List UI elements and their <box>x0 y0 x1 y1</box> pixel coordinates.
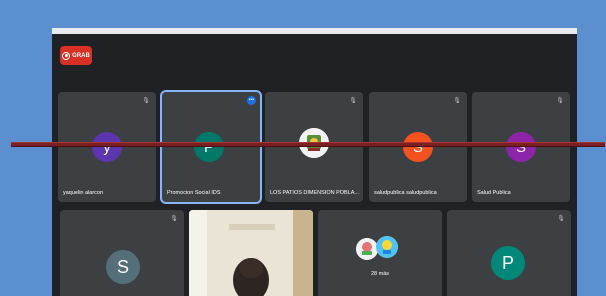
participant-name: yaquelin alarcon <box>63 190 104 196</box>
avatar: S <box>506 132 536 162</box>
participant-tile[interactable]: 🎙︎ LOS PATIOS DIMENSION POBLA... <box>265 92 363 202</box>
mic-off-icon: 🎙︎ <box>556 98 564 104</box>
participant-tile[interactable]: 🎙︎ S <box>60 210 184 296</box>
participant-tile[interactable]: 🎙︎ S Salud Publica <box>472 92 570 202</box>
audio-wave-icon: ••• <box>247 96 256 105</box>
red-line-overlay <box>11 142 605 147</box>
avatar: y <box>92 132 122 162</box>
browser-strip <box>52 28 577 34</box>
participant-thumb <box>376 236 398 258</box>
camera-video <box>189 210 313 296</box>
mic-off-icon: 🎙︎ <box>142 98 150 104</box>
participant-name: saludpublica saludpublica <box>374 190 437 196</box>
record-icon <box>62 51 71 60</box>
recording-label: GRAB <box>72 52 90 59</box>
mic-off-icon: 🎙︎ <box>170 216 178 222</box>
participant-video-tile[interactable] <box>189 210 313 296</box>
participant-name: Promocion Social IDS <box>167 190 221 196</box>
participant-name: LOS PATIOS DIMENSION POBLA... <box>270 190 360 196</box>
recording-badge[interactable]: GRAB <box>60 46 92 65</box>
avatar-initial: S <box>116 256 129 277</box>
more-participants-label: 28 más <box>370 271 390 277</box>
participant-thumb <box>356 238 378 260</box>
participant-tile[interactable]: 🎙︎ P <box>447 210 571 296</box>
avatar: P <box>491 246 525 280</box>
avatar-initial: P <box>501 252 514 273</box>
avatar: P <box>194 132 224 162</box>
participant-tile-active[interactable]: ••• P Promocion Social IDS <box>160 90 262 204</box>
participant-name: Salud Publica <box>477 190 511 196</box>
mic-off-icon: 🎙︎ <box>453 98 461 104</box>
more-participants-tile[interactable]: 28 más <box>318 210 442 296</box>
participant-tile[interactable]: 🎙︎ S saludpublica saludpublica <box>369 92 467 202</box>
avatar: S <box>403 132 433 162</box>
mic-off-icon: 🎙︎ <box>349 98 357 104</box>
participant-tile[interactable]: 🎙︎ y yaquelin alarcon <box>58 92 156 202</box>
meeting-screen: GRAB 🎙︎ y yaquelin alarcon ••• P Promoci… <box>52 28 577 296</box>
mic-off-icon: 🎙︎ <box>557 216 565 222</box>
avatar: S <box>106 250 140 284</box>
